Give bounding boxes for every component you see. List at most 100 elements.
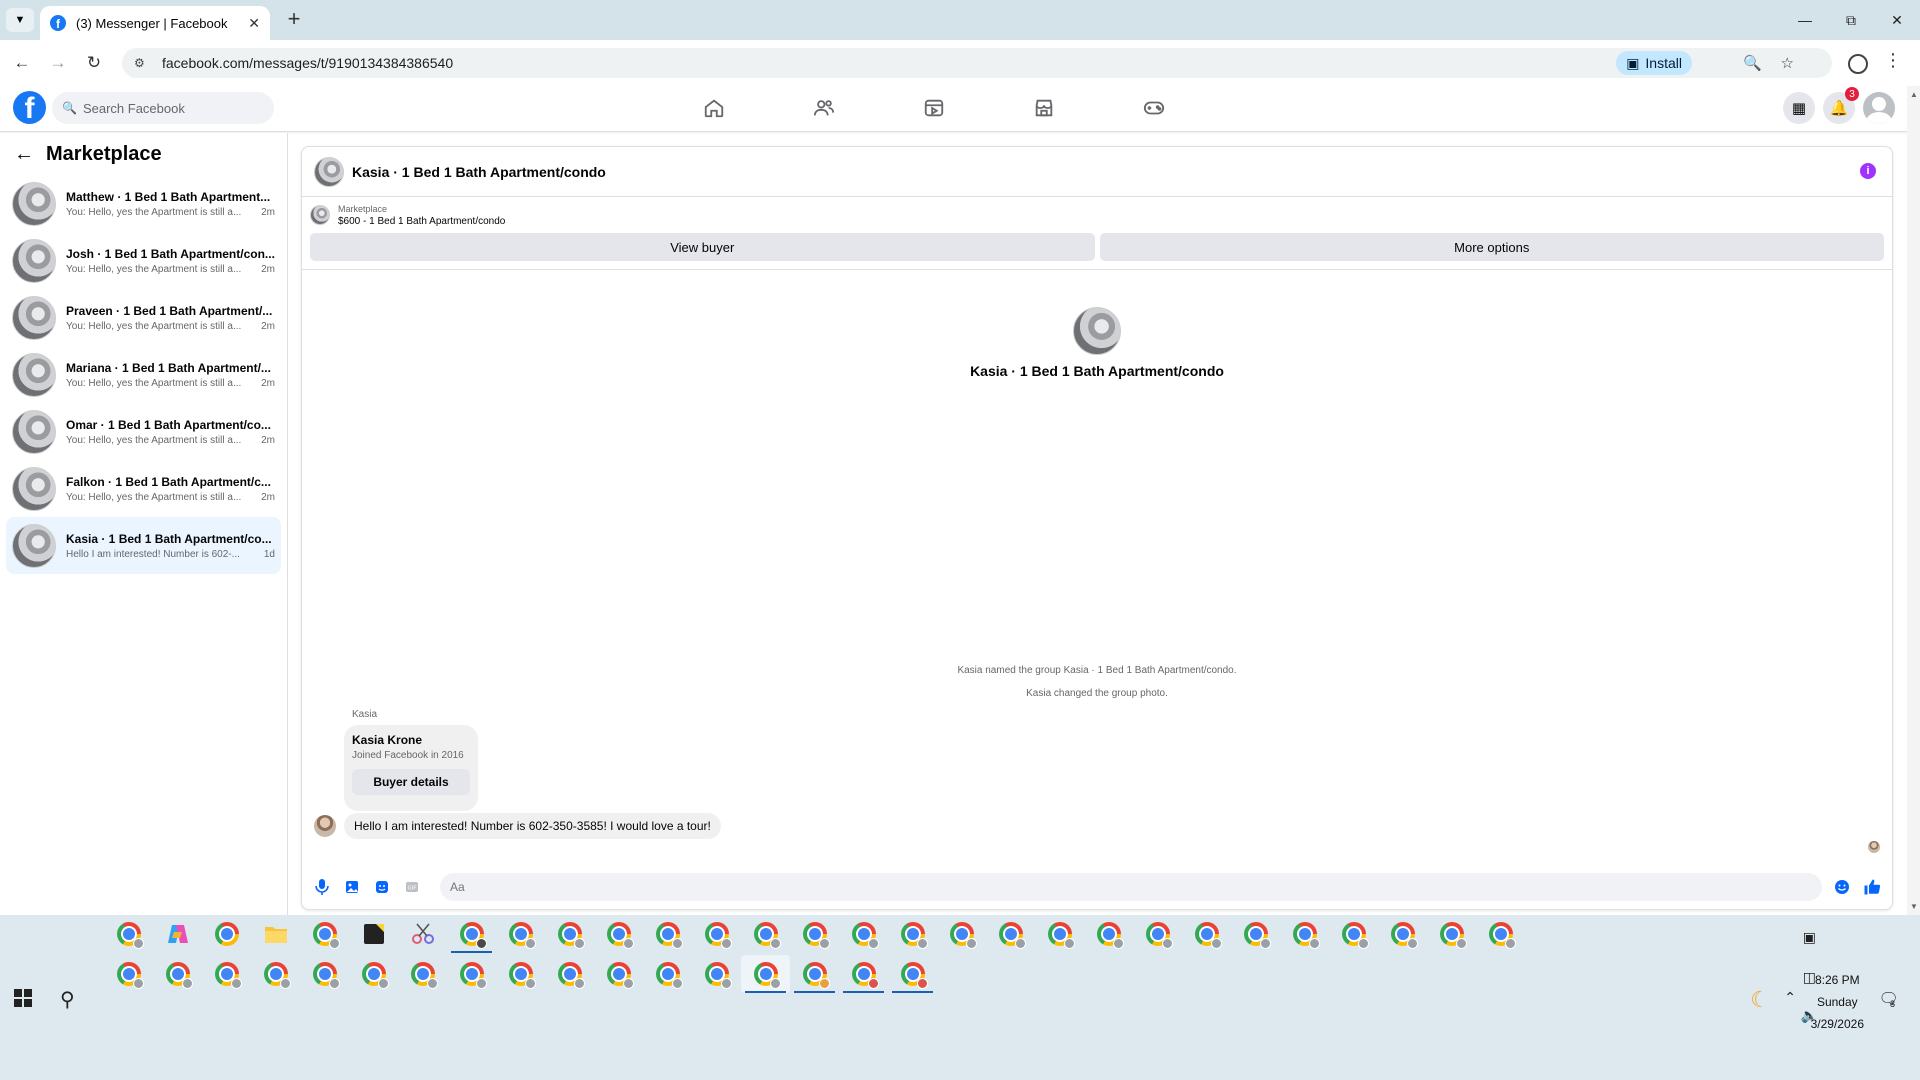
conversation-item-active[interactable]: Kasia · 1 Bed 1 Bath Apartment/co... Hel… bbox=[6, 517, 281, 574]
chrome-app-icon[interactable] bbox=[692, 915, 741, 953]
chrome-app-icon[interactable] bbox=[1329, 915, 1378, 953]
zoom-icon[interactable]: 🔍 bbox=[1743, 54, 1762, 72]
chrome-app-icon[interactable] bbox=[447, 915, 496, 953]
chat-title[interactable]: Kasia · 1 Bed 1 Bath Apartment/condo bbox=[352, 164, 606, 180]
chrome-app-icon[interactable] bbox=[202, 915, 251, 953]
chrome-app-icon[interactable] bbox=[251, 955, 300, 993]
taskbar-search-icon[interactable]: ⚲ bbox=[60, 987, 75, 1012]
conversation-item[interactable]: Praveen · 1 Bed 1 Bath Apartment/... You… bbox=[6, 289, 281, 346]
tab-close-icon[interactable]: ✕ bbox=[248, 15, 260, 32]
chrome-app-icon[interactable] bbox=[643, 915, 692, 953]
chrome-app-icon[interactable] bbox=[986, 915, 1035, 953]
conversation-item[interactable]: Josh · 1 Bed 1 Bath Apartment/con... You… bbox=[6, 232, 281, 289]
chrome-app-icon[interactable] bbox=[594, 955, 643, 993]
scroll-down-icon[interactable]: ▼ bbox=[1910, 902, 1918, 911]
chrome-app-icon[interactable] bbox=[1035, 915, 1084, 953]
chrome-app-icon[interactable] bbox=[643, 955, 692, 993]
chrome-app-icon[interactable] bbox=[937, 915, 986, 953]
listing-summary[interactable]: Marketplace $600 - 1 Bed 1 Bath Apartmen… bbox=[302, 197, 1892, 233]
conversation-item[interactable]: Omar · 1 Bed 1 Bath Apartment/co... You:… bbox=[6, 403, 281, 460]
photo-icon[interactable] bbox=[342, 877, 362, 897]
chrome-app-icon[interactable] bbox=[888, 915, 937, 953]
buyer-details-button[interactable]: Buyer details bbox=[352, 769, 470, 795]
back-arrow-icon[interactable]: ← bbox=[8, 49, 36, 77]
chrome-app-icon[interactable] bbox=[1280, 915, 1329, 953]
scroll-up-icon[interactable]: ▲ bbox=[1910, 90, 1918, 99]
snipping-tool-icon[interactable] bbox=[398, 915, 447, 953]
view-buyer-button[interactable]: View buyer bbox=[310, 233, 1095, 261]
screen-capture-icon[interactable]: ▣ bbox=[1803, 929, 1816, 946]
reload-icon[interactable]: ↻ bbox=[80, 49, 108, 77]
chrome-app-icon[interactable] bbox=[202, 955, 251, 993]
chrome-app-icon[interactable] bbox=[1231, 915, 1280, 953]
chrome-app-icon[interactable] bbox=[104, 955, 153, 993]
marketplace-icon[interactable] bbox=[1020, 92, 1068, 124]
chrome-app-icon[interactable] bbox=[300, 915, 349, 953]
bookmark-star-icon[interactable]: ☆ bbox=[1781, 54, 1794, 72]
sender-avatar[interactable] bbox=[314, 815, 336, 837]
sticky-notes-icon[interactable] bbox=[349, 915, 398, 953]
chrome-app-icon[interactable] bbox=[790, 915, 839, 953]
menu-grid-button[interactable]: ▦ bbox=[1783, 92, 1815, 124]
chrome-app-icon[interactable] bbox=[1378, 915, 1427, 953]
taskbar-clock[interactable]: 8:26 PM Sunday 3/29/2026 bbox=[1811, 969, 1864, 1035]
chrome-app-icon[interactable] bbox=[1476, 915, 1525, 953]
chrome-app-icon[interactable] bbox=[839, 915, 888, 953]
video-icon[interactable] bbox=[910, 92, 958, 124]
chrome-app-icon[interactable] bbox=[545, 915, 594, 953]
new-tab-button[interactable]: + bbox=[282, 8, 306, 32]
close-window-icon[interactable]: ✕ bbox=[1874, 0, 1920, 40]
browser-menu-icon[interactable]: ⋮ bbox=[1884, 50, 1902, 71]
gif-icon[interactable]: GIF bbox=[402, 877, 422, 897]
show-hidden-icons-chevron-up-icon[interactable]: ⌃ bbox=[1784, 989, 1796, 1006]
friends-icon[interactable] bbox=[800, 92, 848, 124]
site-info-icon[interactable]: ⚙ bbox=[134, 55, 150, 71]
chrome-app-icon[interactable] bbox=[153, 955, 202, 993]
url-text[interactable]: facebook.com/messages/t/9190134384386540 bbox=[162, 55, 1832, 71]
conversation-item[interactable]: Falkon · 1 Bed 1 Bath Apartment/c... You… bbox=[6, 460, 281, 517]
conversation-item[interactable]: Mariana · 1 Bed 1 Bath Apartment/... You… bbox=[6, 346, 281, 403]
chrome-app-icon[interactable] bbox=[545, 955, 594, 993]
chrome-app-icon[interactable] bbox=[692, 955, 741, 993]
address-bar[interactable]: ⚙ facebook.com/messages/t/91901343843865… bbox=[122, 48, 1832, 78]
chrome-app-icon[interactable] bbox=[594, 915, 643, 953]
chrome-app-icon[interactable] bbox=[1182, 915, 1231, 953]
night-light-moon-icon[interactable]: ☾ bbox=[1750, 987, 1770, 1013]
chrome-app-icon[interactable] bbox=[888, 955, 937, 993]
gaming-icon[interactable] bbox=[1130, 92, 1178, 124]
account-avatar[interactable] bbox=[1863, 92, 1895, 124]
home-icon[interactable] bbox=[690, 92, 738, 124]
forward-arrow-icon[interactable]: → bbox=[44, 49, 72, 77]
chrome-app-icon[interactable] bbox=[1084, 915, 1133, 953]
windows-start-icon[interactable] bbox=[14, 989, 32, 1007]
facebook-search-input[interactable]: 🔍 Search Facebook bbox=[52, 92, 274, 124]
chrome-app-icon[interactable] bbox=[496, 955, 545, 993]
chrome-app-icon[interactable] bbox=[398, 955, 447, 993]
info-icon[interactable]: i bbox=[1860, 163, 1876, 179]
chrome-app-icon[interactable] bbox=[839, 955, 888, 993]
chrome-app-icon-active[interactable] bbox=[741, 955, 790, 993]
thumbs-up-icon[interactable] bbox=[1862, 877, 1882, 897]
chrome-app-icon[interactable] bbox=[1427, 915, 1476, 953]
chrome-app-icon[interactable] bbox=[1133, 915, 1182, 953]
sticker-icon[interactable] bbox=[372, 877, 392, 897]
chrome-app-icon[interactable] bbox=[447, 955, 496, 993]
chrome-app-icon[interactable] bbox=[496, 915, 545, 953]
facebook-logo-icon[interactable]: f bbox=[13, 91, 46, 124]
message-input[interactable] bbox=[440, 873, 1822, 901]
chat-avatar[interactable] bbox=[314, 156, 344, 187]
browser-tab-messenger[interactable]: f (3) Messenger | Facebook ✕ bbox=[40, 6, 270, 40]
copilot-app-icon[interactable] bbox=[153, 915, 202, 953]
emoji-icon[interactable] bbox=[1832, 877, 1852, 897]
chrome-app-icon[interactable] bbox=[300, 955, 349, 993]
more-options-button[interactable]: More options bbox=[1099, 233, 1884, 261]
back-arrow-icon[interactable]: ← bbox=[14, 143, 34, 166]
page-scrollbar[interactable]: ▲ ▼ bbox=[1907, 86, 1920, 915]
browser-profile-icon[interactable] bbox=[1848, 54, 1868, 74]
chrome-app-icon[interactable] bbox=[104, 915, 153, 953]
notifications-button[interactable]: 🔔 3 bbox=[1823, 87, 1859, 124]
message-bubble[interactable]: Hello I am interested! Number is 602-350… bbox=[344, 813, 721, 839]
minimize-icon[interactable]: — bbox=[1782, 0, 1828, 40]
tab-search-button[interactable]: ▼ bbox=[6, 8, 34, 32]
chrome-app-icon[interactable] bbox=[741, 915, 790, 953]
